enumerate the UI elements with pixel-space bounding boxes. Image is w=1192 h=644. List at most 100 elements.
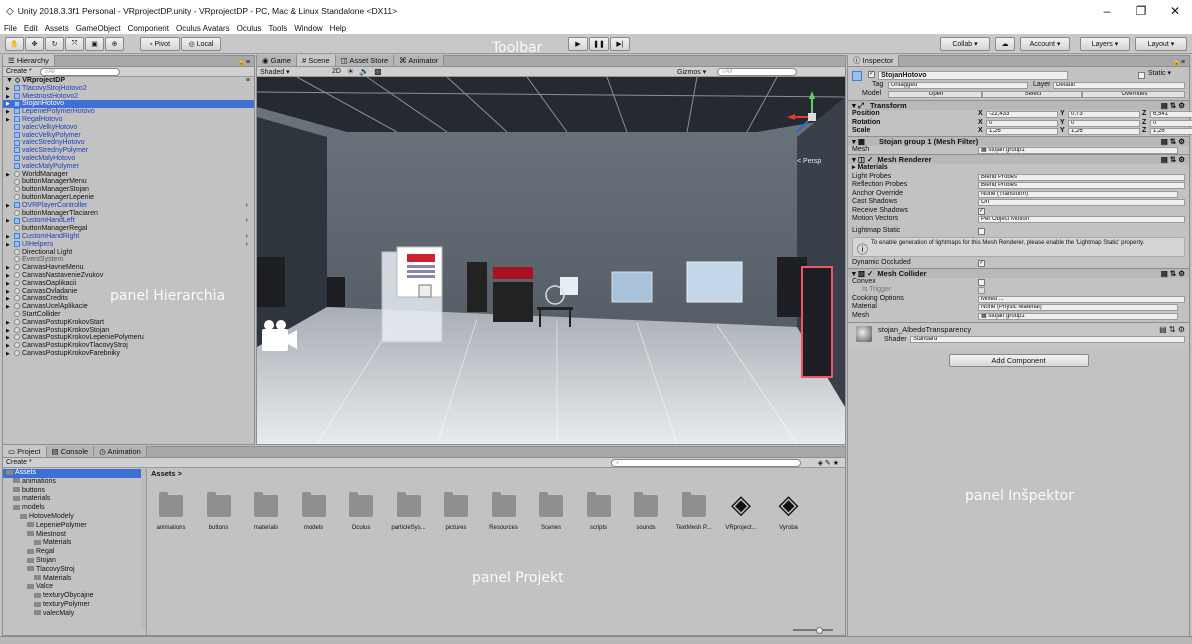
project-search-input[interactable]: ⌕: [611, 458, 801, 467]
asset-item[interactable]: Oculus: [341, 491, 381, 539]
menu-file[interactable]: File: [4, 24, 17, 33]
menu-component[interactable]: Component: [128, 24, 169, 33]
hierarchy-row[interactable]: ▶ CanvasUcelAplikacie: [3, 303, 254, 311]
add-component-button[interactable]: Add Component: [948, 354, 1089, 367]
rotate-tool-button[interactable]: ↻: [45, 37, 64, 51]
model-select-button[interactable]: Select: [982, 90, 1082, 98]
project-create-button[interactable]: Create *: [6, 459, 32, 466]
transform-header[interactable]: ▾ ⤢ Transform ▤ ⇅ ⚙: [848, 100, 1189, 110]
component-settings-icon[interactable]: ▤ ⇅ ⚙: [1159, 325, 1185, 334]
mesh-filter-header[interactable]: ▾ ▦ Stojan group 1 (Mesh Filter) ▤ ⇅ ⚙: [848, 135, 1189, 146]
hierarchy-row[interactable]: Directional Light: [3, 249, 254, 257]
play-button[interactable]: ▶: [568, 37, 588, 51]
hierarchy-row[interactable]: ▶ CanvasPostupKrokovFarebniky: [3, 350, 254, 358]
asset-item[interactable]: Scenes: [531, 491, 571, 539]
project-tree-item[interactable]: models: [3, 504, 146, 513]
hierarchy-row[interactable]: buttonManagerTlaciaren: [3, 210, 254, 218]
hierarchy-search-input[interactable]: ⌕All: [39, 67, 120, 76]
asset-item[interactable]: particleSys...: [389, 491, 429, 539]
dynamic-occluded-checkbox[interactable]: ✓: [978, 260, 985, 267]
tab-game[interactable]: ◉ Game: [257, 55, 298, 66]
mesh-renderer-checkbox[interactable]: ✓: [978, 207, 985, 215]
hierarchy-row[interactable]: StartCollider: [3, 311, 254, 319]
asset-item[interactable]: models: [294, 491, 334, 539]
hierarchy-row[interactable]: ▶ RegalHotovo: [3, 116, 254, 124]
breadcrumb-assets[interactable]: Assets >: [151, 469, 182, 478]
hierarchy-row[interactable]: ▶ WorldManager: [3, 171, 254, 179]
icon-size-slider[interactable]: [793, 629, 833, 631]
hierarchy-row[interactable]: EventSystem: [3, 256, 254, 264]
cooking-options-dropdown[interactable]: Mixed ...: [978, 295, 1185, 303]
asset-item[interactable]: TextMesh P...: [674, 491, 714, 539]
is-trigger-checkbox[interactable]: [978, 287, 985, 294]
project-tree-item[interactable]: Regal: [3, 548, 146, 557]
account-dropdown[interactable]: Account ▾: [1020, 37, 1070, 51]
transform-x-field[interactable]: 1,26: [986, 128, 1058, 135]
tab-animation[interactable]: ◷ Animation: [94, 446, 147, 457]
lightmap-static-checkbox[interactable]: [978, 227, 985, 235]
tag-dropdown[interactable]: Untagged: [888, 82, 1028, 89]
mesh-renderer-header[interactable]: ▾ ◫ ✓ Mesh Renderer ▤ ⇅ ⚙: [848, 154, 1189, 164]
asset-item[interactable]: ◈ Vyroba: [769, 491, 809, 539]
project-tree-item[interactable]: HotoveModely: [3, 513, 146, 522]
asset-item[interactable]: buttons: [199, 491, 239, 539]
scene-root-row[interactable]: ▼ ◇ VRprojectDP ≡: [3, 77, 254, 85]
hierarchy-create-button[interactable]: Create *: [6, 68, 32, 75]
hierarchy-row[interactable]: valecVelkyPolymer: [3, 132, 254, 140]
tab-hierarchy[interactable]: ☰ Hierarchy: [3, 55, 55, 66]
hierarchy-row[interactable]: valecStrednyHotovo: [3, 139, 254, 147]
project-tree-item[interactable]: animations: [3, 478, 146, 487]
mesh-renderer-dropdown[interactable]: Blend Probes: [978, 182, 1185, 189]
move-tool-button[interactable]: ✥: [25, 37, 44, 51]
shader-dropdown[interactable]: Standard: [910, 336, 1185, 343]
tab-console[interactable]: ▤ Console: [46, 446, 95, 457]
transform-tool-button[interactable]: ⊕: [105, 37, 124, 51]
slider-handle[interactable]: [816, 627, 823, 634]
chevron-right-icon[interactable]: ›: [246, 233, 248, 241]
layers-dropdown[interactable]: Layers ▾: [1080, 37, 1130, 51]
project-tree-item[interactable]: Valce: [3, 583, 146, 592]
project-tree-item[interactable]: Assets: [3, 469, 146, 478]
hierarchy-row[interactable]: valecMalyHotovo: [3, 155, 254, 163]
transform-z-field[interactable]: 0: [1150, 119, 1192, 127]
project-tree-item[interactable]: texturyObycajne: [3, 592, 146, 601]
tab-inspector[interactable]: ⓘ Inspector: [848, 55, 900, 66]
hierarchy-row[interactable]: valecMalyPolymer: [3, 163, 254, 171]
mesh-collider-header[interactable]: ▾ ▧ ✓ Mesh Collider ▤ ⇅ ⚙: [848, 267, 1189, 278]
project-tree-item[interactable]: Materials: [3, 539, 146, 548]
mesh-renderer-dropdown[interactable]: Blend Probes: [978, 173, 1185, 181]
chevron-right-icon[interactable]: ›: [246, 241, 248, 249]
tab-animator[interactable]: ⌘ Animator: [394, 55, 445, 66]
object-active-checkbox[interactable]: ✓: [868, 71, 875, 78]
pause-button[interactable]: ❚❚: [589, 37, 609, 51]
transform-z-field[interactable]: 1,26: [1150, 128, 1192, 135]
expand-arrow-icon[interactable]: ▶: [6, 351, 14, 359]
project-tree-item[interactable]: Materials: [3, 575, 146, 584]
scale-tool-button[interactable]: ⤧: [65, 37, 84, 51]
local-toggle[interactable]: ◎ Local: [181, 37, 221, 51]
hierarchy-row[interactable]: buttonManagerMenu: [3, 178, 254, 186]
hierarchy-row[interactable]: ▶ CanvasNastavenieZvukov: [3, 272, 254, 280]
hand-tool-button[interactable]: ✋: [5, 37, 24, 51]
gizmos-dropdown[interactable]: Gizmos ▾: [677, 68, 706, 76]
project-tree-item[interactable]: materials: [3, 495, 146, 504]
project-tree-item[interactable]: buttons: [3, 487, 146, 496]
material-section[interactable]: stojan_AlbedoTransparency Shader Standar…: [848, 322, 1189, 346]
hierarchy-row[interactable]: valecStrednyPolymer: [3, 147, 254, 155]
asset-item[interactable]: materials: [246, 491, 286, 539]
hierarchy-row[interactable]: ▶ CanvasOvladanie: [3, 288, 254, 296]
object-name-field[interactable]: StojanHotovo: [878, 71, 1068, 80]
asset-item[interactable]: animations: [151, 491, 191, 539]
scene-viewport[interactable]: < Persp: [257, 77, 845, 444]
filter-icons[interactable]: ◈ ✎ ★: [818, 459, 839, 467]
hierarchy-row[interactable]: ▶ CanvasPostupKrokovLepeniePolymeru: [3, 334, 254, 342]
transform-x-field[interactable]: 0: [986, 119, 1058, 127]
collider-mesh-field[interactable]: ▦ stojan group1: [978, 312, 1178, 320]
hierarchy-row[interactable]: ▶ LepeniePolymerHotovo: [3, 108, 254, 116]
scene-menu-icon[interactable]: ≡: [246, 77, 250, 85]
static-checkbox[interactable]: [1138, 72, 1145, 79]
hierarchy-row[interactable]: buttonManagerRegal: [3, 225, 254, 233]
pivot-toggle[interactable]: ▪ Pivot: [140, 37, 180, 51]
hierarchy-row[interactable]: ▶ MiestnostHotovo2: [3, 93, 254, 101]
panel-menu-icon[interactable]: 🔒≡: [237, 58, 250, 66]
